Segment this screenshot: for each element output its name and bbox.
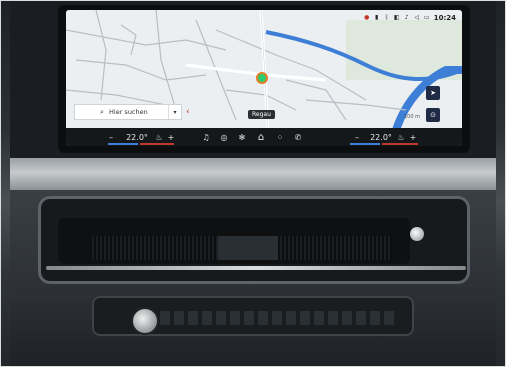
map-search-box[interactable]: ⌕ Hier suchen ▾ [74,104,182,120]
infotainment-screen: ● ▮ ᛒ ◧ ♪ ◁ ▭ 10:24 ⌕ Hier suchen ▾ ‹ Re… [66,10,462,146]
right-cool-indicator [350,143,380,145]
right-heat-indicator [382,143,418,145]
phone-icon: ▮ [375,13,379,21]
chevron-left-icon: ‹ [186,107,190,117]
vent-adjust-knob[interactable] [410,227,424,241]
car-interior-photo: ● ▮ ᛒ ◧ ♪ ◁ ▭ 10:24 ⌕ Hier suchen ▾ ‹ Re… [0,0,506,367]
air-vent-center-block [218,236,278,260]
music-icon: ♪ [404,13,409,21]
clock: 10:24 [433,13,456,22]
climate-control-bar: – 22.0° ♨ + ♫ ◎ ✻ ⌂ ⁘ ✆ – 22.0° ♨ + [66,128,462,146]
dashboard-trim [10,158,496,194]
compass-icon: ⊙ [430,111,436,119]
map-scale: 100 m [404,114,421,120]
location-label: Regau [248,110,275,119]
car-icon: ◧ [393,13,400,21]
status-bar: ● ▮ ᛒ ◧ ♪ ◁ ▭ 10:24 [364,12,456,23]
hardware-button-row[interactable] [160,311,396,325]
map-options-button[interactable]: ⊙ [426,108,440,122]
media-icon[interactable]: ♫ [200,128,212,146]
record-icon: ● [364,13,370,21]
volume-knob[interactable] [133,309,157,333]
fan-icon[interactable]: ✻ [236,128,248,146]
left-heat-indicator [140,143,174,145]
mute-icon: ◁ [414,13,420,21]
chevron-down-icon: ▾ [173,108,177,116]
map-view-button[interactable]: ➤ [426,86,440,100]
apps-icon[interactable]: ⁘ [274,128,286,146]
search-options-button[interactable]: ▾ [168,105,181,119]
left-cool-indicator [108,143,138,145]
battery-icon: ▭ [423,13,430,21]
search-icon: ⌕ [100,107,104,116]
current-location-marker [256,72,268,84]
phone-call-icon[interactable]: ✆ [292,128,304,146]
navigation-arrow-icon: ➤ [430,89,436,97]
home-icon[interactable]: ⌂ [254,128,268,146]
climate-icon[interactable]: ◎ [218,128,230,146]
bluetooth-icon: ᛒ [384,13,389,21]
search-placeholder: Hier suchen [109,108,148,116]
collapse-panel-button[interactable]: ‹ [186,107,194,117]
chrome-trim-strip [46,266,466,270]
